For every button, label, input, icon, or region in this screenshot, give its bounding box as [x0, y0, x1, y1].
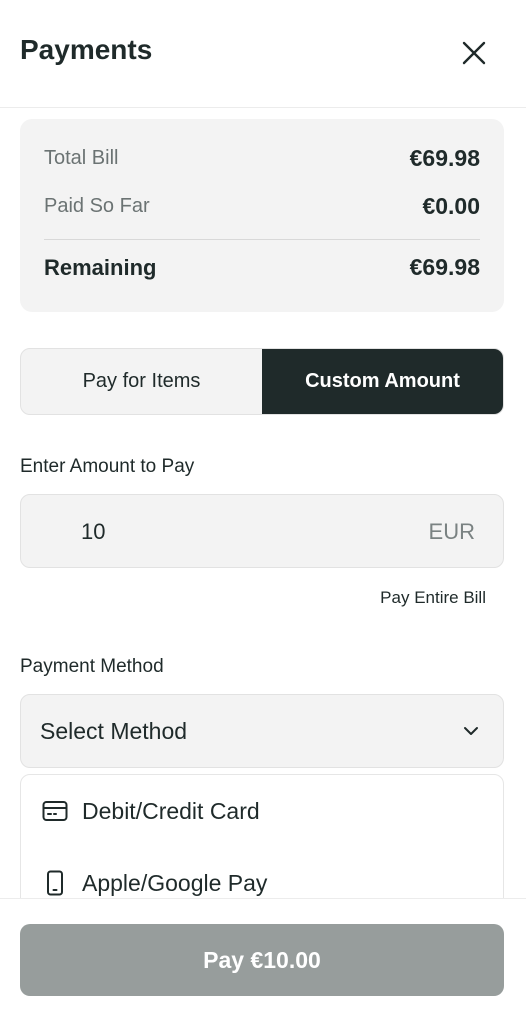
bill-summary: Total Bill €69.98 Paid So Far €0.00 Rema…	[20, 119, 504, 312]
amount-label: Enter Amount to Pay	[20, 456, 195, 477]
tab-custom-amount[interactable]: Custom Amount	[262, 349, 503, 414]
header: Payments	[0, 0, 526, 108]
option-label: Debit/Credit Card	[82, 797, 260, 824]
phone-icon	[41, 869, 69, 897]
payment-mode-tabs: Pay for Items Custom Amount	[20, 348, 504, 415]
footer: Pay €10.00	[0, 898, 526, 1015]
payment-method-select[interactable]: Select Method	[20, 694, 504, 768]
option-debit-credit-card[interactable]: Debit/Credit Card	[21, 781, 503, 841]
total-bill-label: Total Bill	[44, 147, 119, 169]
paid-so-far-value: €0.00	[422, 193, 480, 219]
paid-so-far-label: Paid So Far	[44, 195, 150, 217]
close-button[interactable]	[456, 35, 492, 71]
paid-so-far-row: Paid So Far €0.00	[44, 193, 480, 220]
credit-card-icon	[41, 797, 69, 825]
chevron-down-icon	[464, 727, 478, 735]
amount-input[interactable]: 10 EUR	[20, 494, 504, 568]
tab-pay-for-items[interactable]: Pay for Items	[21, 349, 262, 414]
total-bill-row: Total Bill €69.98	[44, 145, 480, 172]
remaining-row: Remaining €69.98	[44, 254, 480, 281]
remaining-label: Remaining	[44, 254, 157, 280]
payment-method-label: Payment Method	[20, 656, 164, 677]
currency-label: EUR	[428, 519, 475, 544]
pay-entire-bill-link[interactable]: Pay Entire Bill	[380, 588, 486, 608]
pay-button[interactable]: Pay €10.00	[20, 924, 504, 996]
close-icon	[462, 41, 486, 65]
total-bill-value: €69.98	[409, 145, 480, 171]
page-title: Payments	[20, 34, 153, 65]
summary-divider	[44, 239, 480, 240]
option-label: Apple/Google Pay	[82, 869, 268, 896]
remaining-value: €69.98	[409, 254, 480, 280]
select-value: Select Method	[40, 718, 188, 744]
amount-value: 10	[81, 519, 106, 544]
